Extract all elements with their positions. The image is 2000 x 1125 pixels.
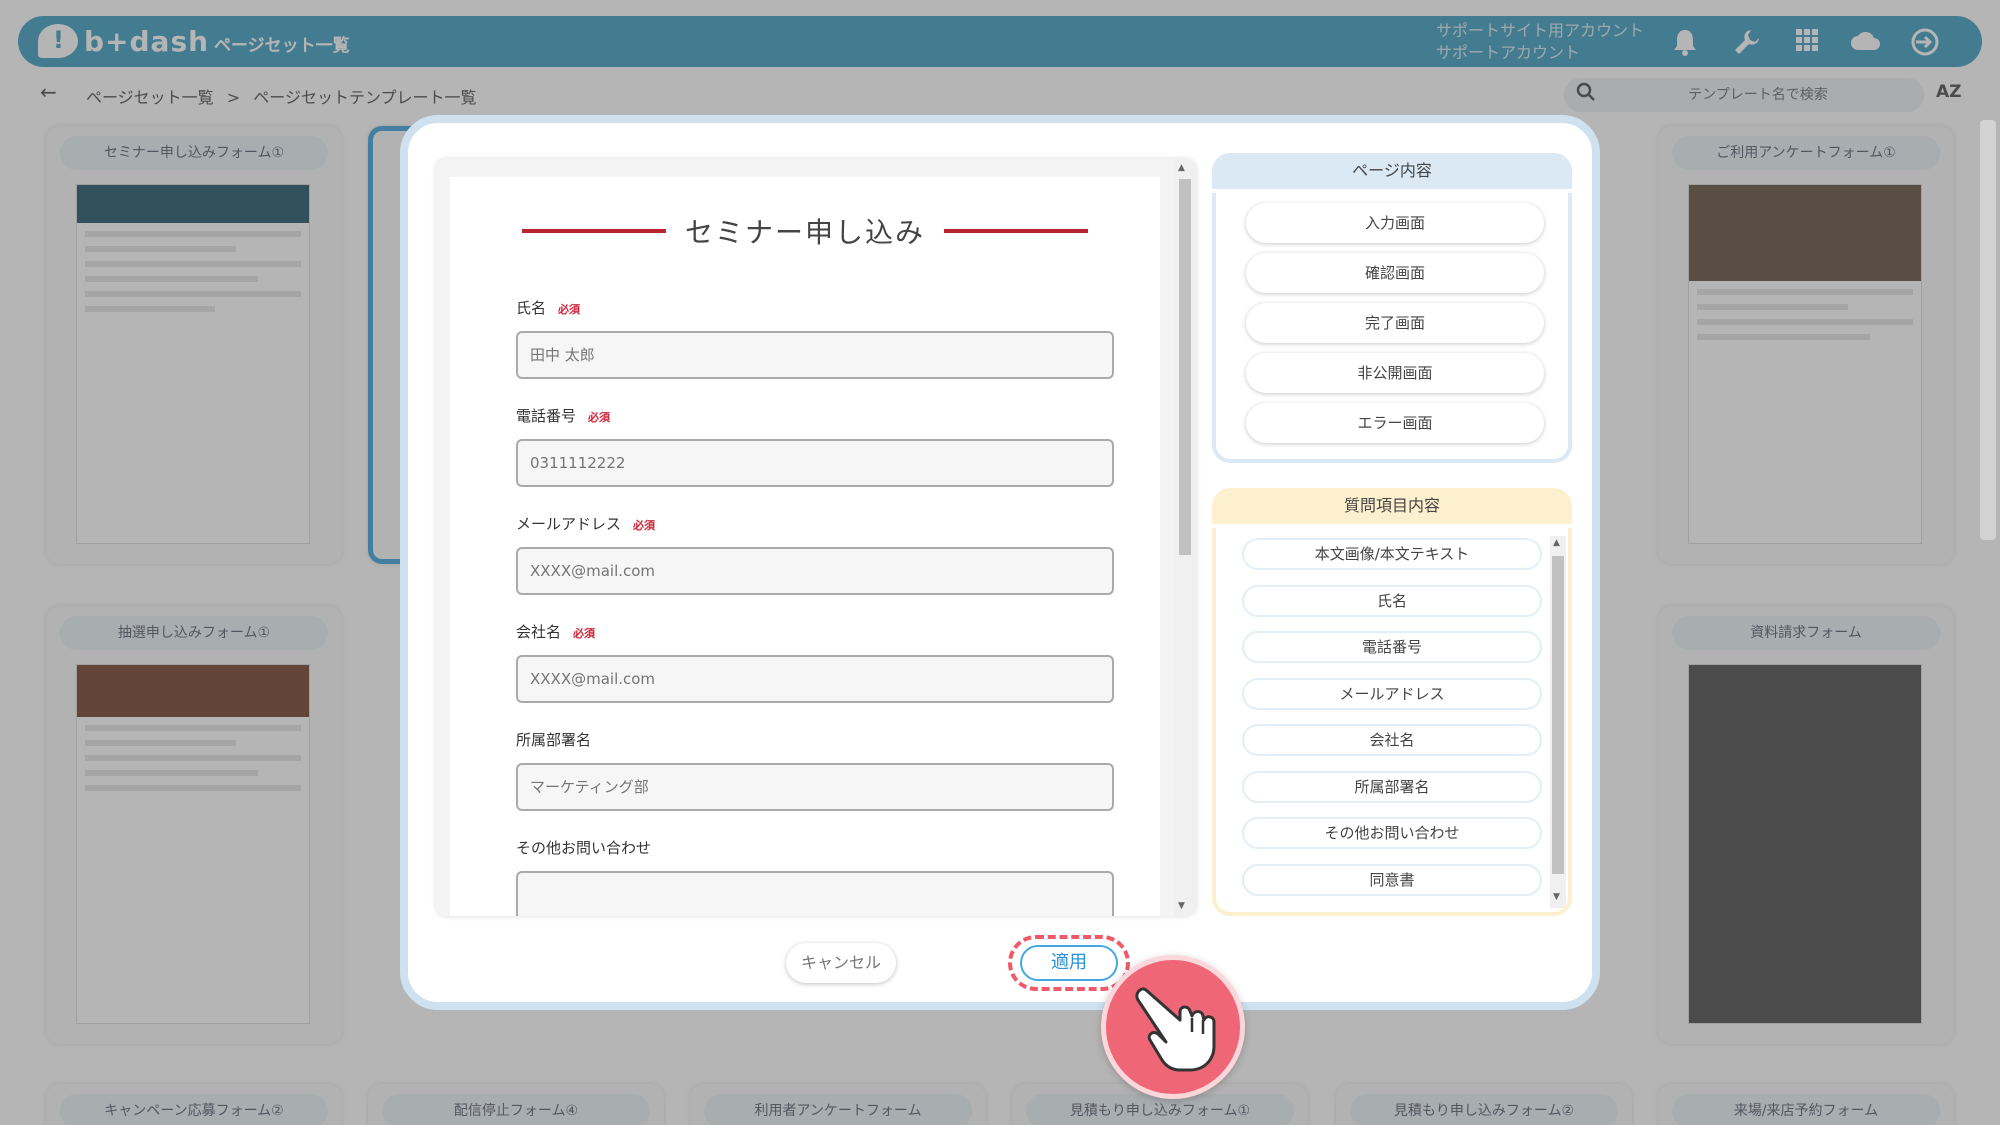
form-title: セミナー申し込み (684, 216, 925, 249)
title-rule-left (521, 229, 666, 233)
name-input[interactable] (516, 331, 1114, 379)
phone-input[interactable] (516, 439, 1114, 487)
company-input[interactable] (516, 655, 1114, 703)
form-preview-page: セミナー申し込み 氏名必須 電話番号必須 メールアドレス必須 会社名必須 所属部 (450, 177, 1160, 916)
required-badge: 必須 (573, 627, 596, 640)
field-label: 氏名 (516, 299, 547, 317)
preview-scroll-thumb[interactable] (1179, 179, 1191, 555)
question-item[interactable]: メールアドレス (1242, 678, 1542, 710)
form-field-department: 所属部署名 (516, 729, 1114, 811)
page-content-header: ページ内容 (1212, 153, 1572, 189)
page-scrollbar[interactable] (1980, 120, 1996, 540)
field-label: 会社名 (516, 623, 562, 641)
scroll-down-arrow-icon[interactable]: ▼ (1553, 892, 1560, 902)
question-item[interactable]: 電話番号 (1242, 631, 1542, 663)
email-input[interactable] (516, 547, 1114, 595)
pointing-hand-icon (1101, 955, 1245, 1099)
form-title-row: セミナー申し込み (450, 211, 1160, 251)
field-label: メールアドレス (516, 515, 622, 533)
question-scrollbar[interactable]: ▲ ▼ (1550, 536, 1566, 908)
question-item[interactable]: 所属部署名 (1242, 771, 1542, 803)
question-item[interactable]: 同意書 (1242, 864, 1542, 896)
page-item-input[interactable]: 入力画面 (1246, 203, 1544, 243)
page-item-complete[interactable]: 完了画面 (1246, 303, 1544, 343)
form-field-phone: 電話番号 必須 (516, 405, 1114, 487)
title-rule-right (944, 229, 1089, 233)
question-item[interactable]: 本文画像/本文テキスト (1242, 538, 1542, 570)
page-item-error[interactable]: エラー画面 (1246, 403, 1544, 443)
field-label: 所属部署名 (516, 731, 592, 749)
form-field-other-inquiry: その他お問い合わせ (516, 837, 1114, 916)
scroll-down-arrow-icon[interactable]: ▼ (1178, 901, 1185, 911)
required-badge: 必須 (633, 519, 656, 532)
scroll-up-arrow-icon[interactable]: ▲ (1178, 163, 1185, 173)
preview-scrollbar[interactable]: ▲ ▼ (1174, 159, 1196, 916)
question-content-list[interactable]: 本文画像/本文テキスト 氏名 電話番号 メールアドレス 会社名 所属部署名 その… (1212, 528, 1572, 916)
page-item-private[interactable]: 非公開画面 (1246, 353, 1544, 393)
department-input[interactable] (516, 763, 1114, 811)
question-item[interactable]: 氏名 (1242, 585, 1542, 617)
page-item-confirm[interactable]: 確認画面 (1246, 253, 1544, 293)
question-item[interactable]: その他お問い合わせ (1242, 817, 1542, 849)
required-badge: 必須 (588, 411, 611, 424)
form-field-name: 氏名 必須 (516, 297, 1114, 379)
cancel-button[interactable]: キャンセル (786, 943, 896, 983)
inquiry-textarea[interactable] (516, 871, 1114, 916)
page-content-list: 入力画面 確認画面 完了画面 非公開画面 エラー画面 (1212, 193, 1572, 463)
form-preview[interactable]: セミナー申し込み 氏名必須 電話番号必須 メールアドレス必須 会社名必須 所属部 (436, 159, 1196, 916)
question-content-header: 質問項目内容 (1212, 488, 1572, 524)
form-field-company: 会社名 必須 (516, 621, 1114, 703)
apply-button[interactable]: 適用 (1020, 945, 1118, 981)
form-field-email: メールアドレス 必須 (516, 513, 1114, 595)
scroll-up-arrow-icon[interactable]: ▲ (1553, 538, 1560, 548)
field-label: 電話番号 (516, 407, 577, 425)
field-label: その他お問い合わせ (516, 839, 652, 857)
template-preview-modal: セミナー申し込み 氏名必須 電話番号必須 メールアドレス必須 会社名必須 所属部 (400, 115, 1600, 1010)
question-scroll-thumb[interactable] (1552, 556, 1564, 874)
required-badge: 必須 (558, 303, 581, 316)
question-item[interactable]: 会社名 (1242, 724, 1542, 756)
